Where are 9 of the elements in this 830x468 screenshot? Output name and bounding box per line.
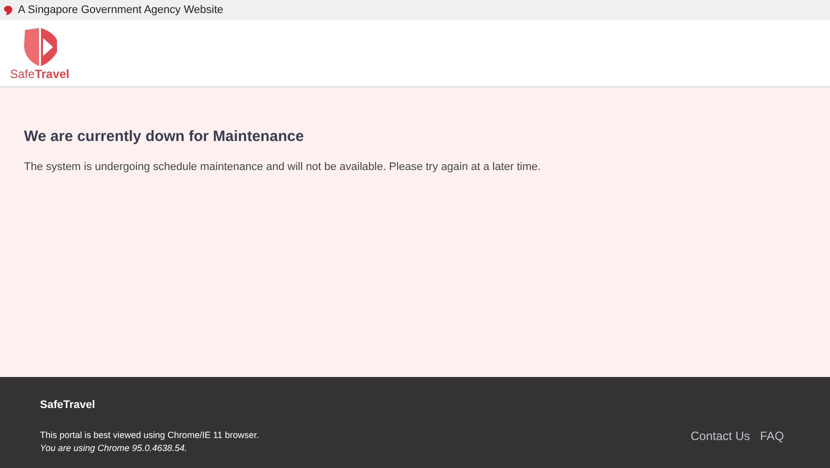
maintenance-message: The system is undergoing schedule maintenance and will not be available. Please try again at a later time. bbox=[24, 160, 542, 174]
logo-text: SafeTravel bbox=[10, 68, 70, 80]
footer-link[interactable]: Contact Us bbox=[690, 427, 750, 445]
footer-link[interactable]: FAQ bbox=[760, 427, 784, 445]
footer-brand: SafeTravel bbox=[40, 398, 96, 412]
browser-info: You are using Chrome 95.0.4638.54. bbox=[40, 442, 188, 455]
page-title: We are currently down for Maintenance bbox=[24, 127, 305, 147]
masthead-text: A Singapore Government Agency Website bbox=[18, 2, 224, 18]
browser-note: This portal is best viewed using Chrome/IE 11 browser. bbox=[40, 429, 259, 442]
